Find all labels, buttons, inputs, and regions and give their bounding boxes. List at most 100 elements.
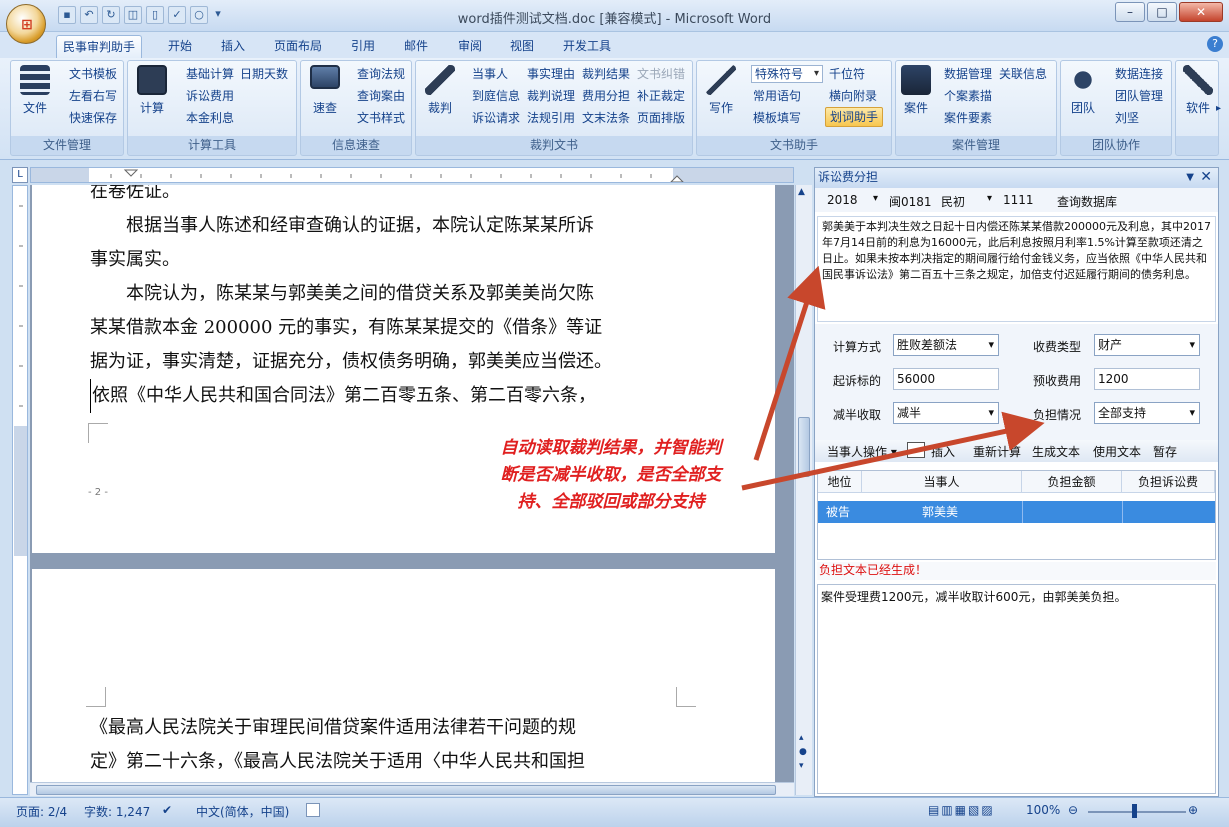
word-selection-assistant-button[interactable]: 划词助手 [825,107,884,127]
type-dropdown-icon[interactable]: ▾ [987,193,992,204]
page-layout-button[interactable]: 页面排版 [637,111,685,125]
principal-interest-button[interactable]: 本金利息 [186,111,234,125]
common-phrases-button[interactable]: 常用语句 [753,89,801,103]
page-3[interactable]: 《最高人民法院关于审理民间借贷案件适用法律若干问题的规 定》第二十六条，《最高人… [32,569,775,795]
query-cause-button[interactable]: 查询案由 [357,89,405,103]
file-button[interactable]: 文件 [15,65,55,117]
prepaid-input[interactable]: 1200 [1094,368,1200,390]
word-count[interactable]: 字数: 1,247 [84,803,150,820]
doc-template-button[interactable]: 文书模板 [69,67,117,81]
case-button[interactable]: 案件 [896,65,936,117]
end-law-button[interactable]: 文末法条 [582,111,630,125]
query-law-button[interactable]: 查询法规 [357,67,405,81]
calc-method-select[interactable]: 胜败差额法 [893,334,999,356]
team-button[interactable]: 团队 [1063,65,1103,117]
burden-select[interactable]: 全部支持 [1094,402,1200,424]
tab-insert[interactable]: 插入 [215,35,251,58]
table-header[interactable]: 负担金额 [1022,471,1122,493]
data-management-button[interactable]: 数据管理 [944,67,992,81]
correction-ruling-button[interactable]: 补正裁定 [637,89,685,103]
table-header[interactable]: 当事人 [862,471,1022,493]
insert-button[interactable]: 插入 [931,443,955,460]
help-icon[interactable]: ? [1207,36,1223,52]
scroll-thumb[interactable] [798,417,810,477]
litigation-fee-button[interactable]: 诉讼费用 [186,89,234,103]
browse-object-icon[interactable]: ● [799,747,807,757]
fee-type-select[interactable]: 财产 [1094,334,1200,356]
generate-text-button[interactable]: 生成文本 [1032,443,1080,460]
zoom-level[interactable]: 100% [1026,803,1060,817]
team-management-button[interactable]: 团队管理 [1115,89,1163,103]
table-header[interactable]: 负担诉讼费 [1122,471,1215,493]
parties-button[interactable]: 当事人 [472,67,508,81]
template-fill-button[interactable]: 模板填写 [753,111,801,125]
scroll-up-icon[interactable]: ▲ [798,187,805,197]
quick-save-button[interactable]: 快速保存 [69,111,117,125]
calc-button[interactable]: 计算 [132,65,172,117]
prev-page-icon[interactable]: ▴ [799,733,804,743]
page-3-body[interactable]: 《最高人民法院关于审理民间借贷案件适用法律若干问题的规 定》第二十六条，《最高人… [90,711,690,779]
query-database-button[interactable]: 查询数据库 [1057,193,1117,210]
page-count[interactable]: 页面: 2/4 [16,803,67,820]
minimize-button[interactable]: – [1115,2,1145,22]
case-no[interactable]: 1111 [1003,193,1034,207]
write-button[interactable]: 写作 [701,65,741,117]
tab-selector-icon[interactable]: L [12,167,28,183]
court-attendance-button[interactable]: 到庭信息 [472,89,520,103]
tab-mailings[interactable]: 邮件 [398,35,434,58]
halve-select[interactable]: 减半 [893,402,999,424]
case-sketch-button[interactable]: 个案素描 [944,89,992,103]
table-row[interactable]: 被告 郭美美 [818,501,1215,523]
use-text-button[interactable]: 使用文本 [1093,443,1141,460]
judge-button[interactable]: 裁判 [420,65,460,117]
page-2-body[interactable]: 在卷佐证。 根据当事人陈述和经审查确认的证据，本院认定陈某某所诉 事实属实。 本… [90,185,690,413]
tab-home[interactable]: 开始 [162,35,198,58]
vertical-ruler[interactable] [12,185,28,795]
case-year[interactable]: 2018 [827,193,858,207]
court-code[interactable]: 闽0181 [889,193,932,210]
tab-references[interactable]: 引用 [345,35,381,58]
facts-reasons-button[interactable]: 事实理由 [527,67,575,81]
judgment-result-button[interactable]: 裁判结果 [582,67,630,81]
tab-review[interactable]: 审阅 [452,35,488,58]
party-ops-box[interactable] [907,442,925,458]
data-connect-button[interactable]: 数据连接 [1115,67,1163,81]
table-header[interactable]: 地位 [818,471,862,493]
tab-developer[interactable]: 开发工具 [557,35,617,58]
judgment-text-box[interactable]: 郭美美于本判决生效之日起十日内偿还陈某某借款200000元及利息，其中2017年… [817,216,1216,322]
generated-text-box[interactable]: 案件受理费1200元，减半收取计600元，由郭美美负担。 [817,584,1216,794]
recalculate-button[interactable]: 重新计算 [973,443,1021,460]
language[interactable]: 中文(简体，中国) [196,803,289,820]
fee-allocation-button[interactable]: 费用分担 [582,89,630,103]
related-info-button[interactable]: 关联信息 [999,67,1047,81]
case-elements-button[interactable]: 案件要素 [944,111,992,125]
year-dropdown-icon[interactable]: ▾ [873,193,878,204]
claim-input[interactable]: 56000 [893,368,999,390]
zoom-out-icon[interactable]: ⊖ [1068,803,1078,817]
vertical-scrollbar[interactable]: ▲ ▴ ● ▾ [795,185,812,795]
zoom-slider-thumb[interactable] [1132,804,1137,818]
hscroll-thumb[interactable] [36,785,776,795]
pane-close-icon[interactable]: ✕ [1200,168,1212,187]
quick-lookup-button[interactable]: 速查 [305,65,345,117]
left-view-right-write-button[interactable]: 左看右写 [69,89,117,103]
user-name-label[interactable]: 刘坚 [1115,111,1139,125]
law-citation-button[interactable]: 法规引用 [527,111,575,125]
tab-view[interactable]: 视图 [504,35,540,58]
macro-record-icon[interactable] [306,803,320,817]
special-symbol-combo[interactable]: 特殊符号 [751,65,823,83]
horizontal-ruler[interactable] [30,167,794,183]
proofing-icon[interactable]: ✔ [162,803,172,817]
party-ops-button[interactable]: 当事人操作 ▾ [827,443,897,460]
pane-dropdown-icon[interactable]: ▼ [1186,168,1194,187]
office-button[interactable]: ⊞ [6,4,46,44]
tab-civil-judge[interactable]: 民事审判助手 [56,35,143,58]
date-days-button[interactable]: 日期天数 [240,67,288,81]
doc-correction-button[interactable]: 文书纠错 [637,67,685,81]
temp-save-button[interactable]: 暂存 [1153,443,1177,460]
close-button[interactable]: ✕ [1179,2,1223,22]
claims-button[interactable]: 诉讼请求 [472,111,520,125]
view-buttons-icon[interactable]: ▤▥▦▧▨ [928,803,995,817]
next-page-icon[interactable]: ▾ [799,761,804,771]
case-type[interactable]: 民初 [941,193,965,210]
